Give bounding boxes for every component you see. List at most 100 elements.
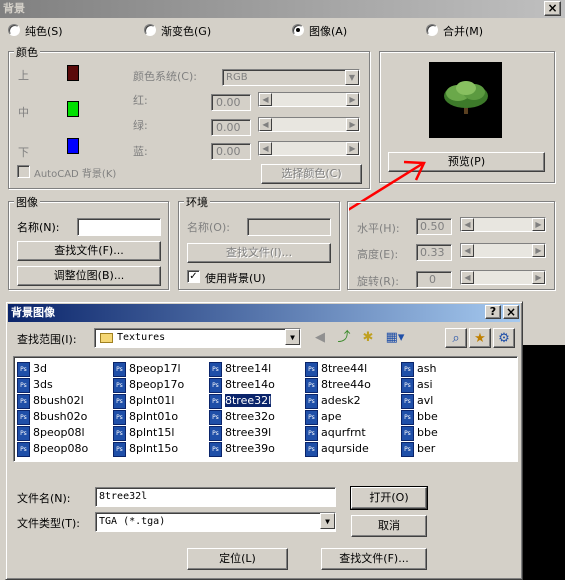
file-name: asi — [417, 378, 433, 391]
list-item[interactable]: Ps 8tree44l — [305, 361, 395, 377]
file-name: adesk2 — [321, 394, 361, 407]
tools-icon[interactable]: ⚙ — [493, 328, 515, 348]
tga-file-icon: Ps — [305, 377, 318, 393]
rotate-input[interactable]: 0 — [416, 271, 452, 288]
color-swatch-top[interactable] — [67, 65, 79, 81]
list-item[interactable]: Ps bbe — [401, 425, 461, 441]
horizontal-input[interactable]: 0.50 — [416, 218, 452, 235]
back-icon[interactable]: ◀ — [309, 328, 331, 348]
env-name-input[interactable] — [247, 218, 331, 236]
list-item[interactable]: Ps ash — [401, 361, 461, 377]
adjust-bitmap-button[interactable]: 调整位图(B)... — [17, 266, 161, 286]
list-item[interactable]: Ps ape — [305, 409, 395, 425]
horizontal-slider[interactable]: ◀ ▶ — [460, 217, 546, 232]
height-input[interactable]: 0.33 — [416, 244, 452, 261]
list-item[interactable]: Ps avl — [401, 393, 461, 409]
list-item[interactable]: Ps adesk2 — [305, 393, 395, 409]
checkbox-icon — [17, 165, 30, 178]
radio-icon — [426, 24, 438, 36]
list-item[interactable]: Ps 8bush02o — [17, 409, 107, 425]
filetype-select[interactable]: TGA (*.tga) ▼ — [95, 512, 336, 532]
file-name: 8peop17l — [129, 362, 181, 375]
file-dialog-title: 背景图像 — [11, 306, 55, 319]
list-item[interactable]: Ps 8tree14l — [209, 361, 299, 377]
tga-file-icon: Ps — [209, 393, 222, 409]
rotate-slider[interactable]: ◀ ▶ — [460, 270, 546, 285]
color-system-select[interactable]: RGB ▼ — [222, 69, 360, 86]
new-folder-icon[interactable]: ✱ — [357, 328, 379, 348]
red-slider[interactable]: ◀ ▶ — [258, 92, 360, 107]
list-item[interactable]: Ps aqurfrnt — [305, 425, 395, 441]
list-item[interactable]: Ps 8plnt01o — [113, 409, 203, 425]
up-folder-icon[interactable]: ⤴ — [333, 328, 355, 348]
file-column: Ps 8tree14l Ps 8tree14o Ps 8tree32l Ps 8tree… — [209, 361, 299, 457]
tree-preview-icon — [444, 81, 488, 114]
favorites-icon[interactable]: ★ — [469, 328, 491, 348]
list-item[interactable]: Ps 8peop08l — [17, 425, 107, 441]
color-swatch-bottom[interactable] — [67, 138, 79, 154]
list-item[interactable]: Ps ber — [401, 441, 461, 457]
locate-button[interactable]: 定位(L) — [187, 548, 288, 570]
green-input[interactable]: 0.00 — [211, 119, 251, 136]
color-swatch-middle[interactable] — [67, 101, 79, 117]
file-name: 8tree32l — [223, 393, 273, 408]
list-item[interactable]: Ps 8peop17l — [113, 361, 203, 377]
list-item[interactable]: Ps 8bush02l — [17, 393, 107, 409]
look-in-select[interactable]: Textures ▼ — [94, 328, 301, 348]
list-item[interactable]: Ps 8peop08o — [17, 441, 107, 457]
green-slider[interactable]: ◀ ▶ — [258, 117, 360, 132]
list-item[interactable]: Ps asi — [401, 377, 461, 393]
red-input[interactable]: 0.00 — [211, 94, 251, 111]
horizontal-label: 水平(H): — [357, 222, 400, 235]
tga-file-icon: Ps — [113, 425, 126, 441]
cancel-button[interactable]: 取消 — [351, 515, 427, 537]
radio-icon — [144, 24, 156, 36]
help-button[interactable]: ? — [485, 305, 501, 319]
view-menu-icon[interactable]: ▦▾ — [381, 328, 409, 348]
find-file-button-label: 查找文件(F)... — [339, 552, 409, 565]
rotate-value: 0 — [429, 273, 436, 286]
tga-file-icon: Ps — [113, 409, 126, 425]
list-item[interactable]: Ps 3d — [17, 361, 107, 377]
filename-input[interactable]: 8tree32l — [95, 487, 336, 507]
slider-right-arrow-icon: ▶ — [532, 218, 545, 231]
list-item[interactable]: Ps 8plnt15o — [113, 441, 203, 457]
chevron-down-icon: ▼ — [285, 329, 300, 345]
blue-input[interactable]: 0.00 — [211, 143, 251, 160]
list-item[interactable]: Ps aqurside — [305, 441, 395, 457]
file-dialog-close-button[interactable]: × — [503, 305, 519, 319]
open-button[interactable]: 打开(O) — [350, 486, 428, 510]
preview-button-label: 预览(P) — [447, 155, 486, 168]
color-bottom-label: 下 — [18, 146, 29, 159]
list-item[interactable]: Ps 8tree39o — [209, 441, 299, 457]
file-list[interactable]: Ps 3d Ps 3ds Ps 8bush02l Ps 8bush02o Ps 8peop… — [13, 356, 518, 462]
radio-icon — [292, 24, 304, 36]
find-file-button[interactable]: 查找文件(F)... — [321, 548, 427, 570]
tga-file-icon: Ps — [209, 409, 222, 425]
height-slider[interactable]: ◀ ▶ — [460, 243, 546, 258]
blue-label: 蓝: — [133, 145, 148, 158]
list-item[interactable]: Ps 8plnt15l — [113, 425, 203, 441]
file-name: 8bush02l — [33, 394, 84, 407]
slider-left-arrow-icon: ◀ — [461, 244, 474, 257]
horizontal-value: 0.50 — [420, 220, 445, 233]
list-item[interactable]: Ps bbe — [401, 409, 461, 425]
list-item[interactable]: Ps 3ds — [17, 377, 107, 393]
search-icon[interactable]: ⌕ — [445, 328, 467, 348]
color-system-value: RGB — [226, 72, 248, 83]
list-item[interactable]: Ps 8tree32o — [209, 409, 299, 425]
environment-group-label: 环境 — [184, 194, 210, 210]
list-item[interactable]: Ps 8plnt01l — [113, 393, 203, 409]
list-item[interactable]: Ps 8peop17o — [113, 377, 203, 393]
list-item[interactable]: Ps 8tree44o — [305, 377, 395, 393]
env-find-file-button[interactable]: 查找文件(I)... — [187, 243, 331, 263]
image-find-file-button[interactable]: 查找文件(F)... — [17, 241, 161, 261]
tga-file-icon: Ps — [113, 377, 126, 393]
image-name-input[interactable] — [77, 218, 161, 236]
list-item[interactable]: Ps 8tree39l — [209, 425, 299, 441]
background-dialog-close-button[interactable]: × — [544, 1, 561, 16]
file-name: 8plnt01l — [129, 394, 175, 407]
list-item[interactable]: Ps 8tree14o — [209, 377, 299, 393]
list-item-selected[interactable]: Ps 8tree32l — [209, 393, 299, 409]
radio-icon — [8, 24, 20, 36]
